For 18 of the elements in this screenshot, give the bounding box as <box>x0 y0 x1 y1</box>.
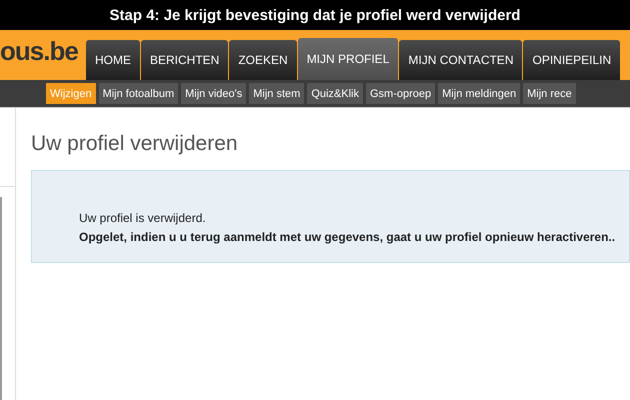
sub-tab[interactable]: Gsm-oproep <box>366 83 436 104</box>
nav-tab[interactable]: MIJN CONTACTEN <box>399 40 522 80</box>
nav-tab[interactable]: MIJN PROFIEL <box>298 38 398 80</box>
sub-tab[interactable]: Quiz&Klik <box>307 83 363 104</box>
nav-tab[interactable]: ZOEKEN <box>229 40 297 80</box>
page-title: Uw profiel verwijderen <box>31 132 239 156</box>
sub-tab[interactable]: Mijn fotoalbum <box>98 83 178 104</box>
logo[interactable]: ous.be <box>0 36 86 66</box>
sub-tab[interactable]: Mijn stem <box>249 83 304 104</box>
sub-tab[interactable]: Mijn rece <box>523 83 576 104</box>
message-text: Uw profiel is verwijderd. <box>79 211 207 225</box>
nav-tab[interactable]: OPINIEPEILIN <box>523 40 620 80</box>
nav-tab[interactable]: BERICHTEN <box>141 40 228 80</box>
nav-tab[interactable]: HOME <box>86 40 140 80</box>
sub-tab[interactable]: Mijn meldingen <box>438 83 520 104</box>
sub-tab[interactable]: Mijn video's <box>181 83 246 104</box>
caption: Stap 4: Je krijgt bevestiging dat je profiel werd verwijderd <box>0 0 630 30</box>
warning-text: Opgelet, indien u u terug aanmeldt met uw gegevens, gaat u uw profiel opnieuw heractiveren.. <box>79 230 616 244</box>
